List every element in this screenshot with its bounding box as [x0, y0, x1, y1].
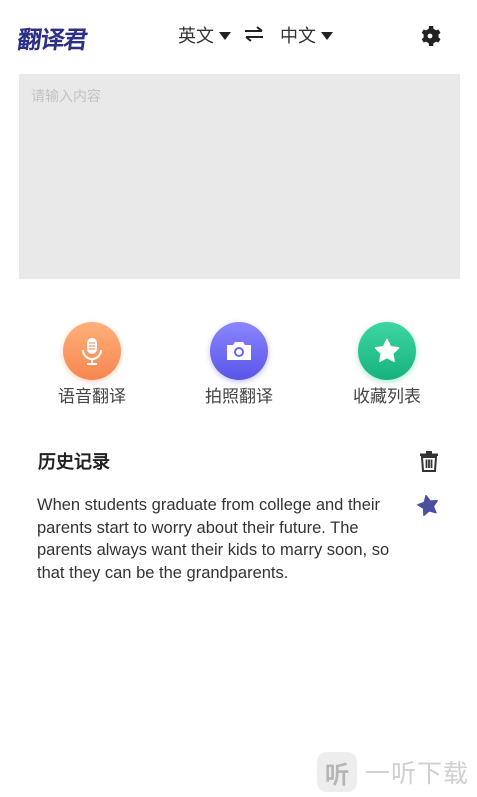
voice-translate-label: 语音翻译 — [58, 387, 126, 407]
microphone-icon — [82, 338, 102, 365]
favorites-list-label: 收藏列表 — [353, 387, 421, 407]
watermark: 听 一听下载 — [317, 752, 469, 792]
voice-translate-icon-circle — [63, 322, 121, 380]
gear-icon — [421, 26, 441, 46]
clear-history-button[interactable] — [419, 450, 439, 472]
watermark-text: 一听下载 — [365, 759, 470, 788]
camera-icon — [227, 342, 251, 360]
translation-input[interactable] — [19, 74, 460, 279]
app-header: 翻译君 英文 中文 — [0, 0, 477, 70]
target-language-selector[interactable]: 中文 — [280, 22, 333, 48]
favorites-icon-circle — [358, 322, 416, 380]
favorite-toggle-button[interactable] — [416, 494, 440, 516]
photo-translate-label: 拍照翻译 — [205, 387, 273, 407]
star-icon — [374, 338, 400, 363]
photo-translate-button[interactable]: 拍照翻译 — [184, 322, 294, 407]
history-item-text: When students graduate from college and … — [37, 496, 390, 582]
watermark-logo-icon: 听 — [317, 752, 357, 792]
trash-icon — [420, 451, 438, 472]
chevron-down-icon — [321, 32, 333, 40]
photo-translate-icon-circle — [210, 322, 268, 380]
source-language-selector[interactable]: 英文 — [178, 22, 231, 48]
swap-languages-button[interactable] — [243, 25, 265, 43]
chevron-down-icon — [219, 32, 231, 40]
history-list-item[interactable]: When students graduate from college and … — [37, 494, 417, 584]
target-language-label: 中文 — [280, 26, 316, 47]
voice-translate-button[interactable]: 语音翻译 — [37, 322, 147, 407]
history-title: 历史记录 — [38, 452, 110, 473]
star-icon — [417, 494, 438, 516]
app-logo: 翻译君 — [15, 25, 89, 54]
source-language-label: 英文 — [178, 26, 214, 47]
favorites-list-button[interactable]: 收藏列表 — [332, 322, 442, 407]
swap-arrows-icon — [245, 26, 263, 42]
settings-button[interactable] — [418, 24, 442, 48]
